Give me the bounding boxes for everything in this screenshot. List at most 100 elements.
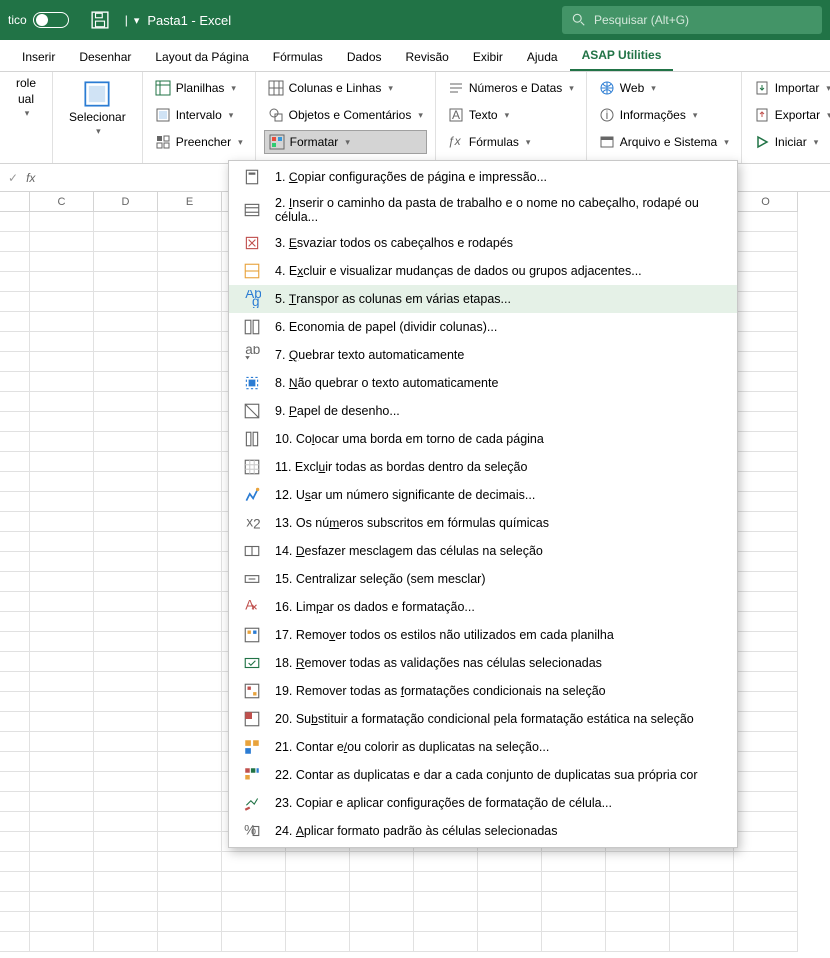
cell[interactable] xyxy=(414,912,478,932)
objetos-button[interactable]: Objetos e Comentários▾ xyxy=(264,103,427,127)
cell[interactable] xyxy=(30,212,94,232)
cell[interactable] xyxy=(158,832,222,852)
cell[interactable] xyxy=(222,932,286,952)
cell[interactable] xyxy=(0,692,30,712)
menu-item-4[interactable]: 4. Excluir e visualizar mudanças de dado… xyxy=(229,257,737,285)
selecionar-button[interactable]: Selecionar ▾ xyxy=(61,76,134,141)
cell[interactable] xyxy=(94,532,158,552)
cell[interactable] xyxy=(158,752,222,772)
menu-item-21[interactable]: 21. Contar e/ou colorir as duplicatas na… xyxy=(229,733,737,761)
cell[interactable] xyxy=(158,552,222,572)
cell[interactable] xyxy=(30,712,94,732)
cell[interactable] xyxy=(30,552,94,572)
column-header[interactable] xyxy=(0,192,30,212)
cell[interactable] xyxy=(94,692,158,712)
cell[interactable] xyxy=(94,612,158,632)
cell[interactable] xyxy=(0,232,30,252)
menu-item-24[interactable]: %24. Aplicar formato padrão às células s… xyxy=(229,817,737,845)
cell[interactable] xyxy=(0,552,30,572)
cell[interactable] xyxy=(94,772,158,792)
cell[interactable] xyxy=(94,232,158,252)
menu-item-9[interactable]: 9. Papel de desenho... xyxy=(229,397,737,425)
cell[interactable] xyxy=(158,452,222,472)
cell[interactable] xyxy=(734,852,798,872)
menu-item-18[interactable]: 18. Remover todas as validações nas célu… xyxy=(229,649,737,677)
cell[interactable] xyxy=(734,532,798,552)
cell[interactable] xyxy=(414,872,478,892)
tab-dados[interactable]: Dados xyxy=(335,43,394,71)
formatar-button[interactable]: Formatar▾ xyxy=(264,130,427,154)
cell[interactable] xyxy=(94,472,158,492)
cell[interactable] xyxy=(0,272,30,292)
tab-formulas[interactable]: Fórmulas xyxy=(261,43,335,71)
search-box[interactable]: Pesquisar (Alt+G) xyxy=(562,6,822,34)
menu-item-22[interactable]: 22. Contar as duplicatas e dar a cada co… xyxy=(229,761,737,789)
cell[interactable] xyxy=(30,632,94,652)
menu-item-10[interactable]: 10. Colocar uma borda em torno de cada p… xyxy=(229,425,737,453)
autosave-toggle[interactable] xyxy=(33,12,69,28)
cell[interactable] xyxy=(734,352,798,372)
cell[interactable] xyxy=(94,592,158,612)
cell[interactable] xyxy=(158,852,222,872)
cell[interactable] xyxy=(94,712,158,732)
cell[interactable] xyxy=(30,852,94,872)
cell[interactable] xyxy=(94,432,158,452)
menu-item-19[interactable]: 19. Remover todas as formatações condici… xyxy=(229,677,737,705)
cell[interactable] xyxy=(734,592,798,612)
cell[interactable] xyxy=(734,692,798,712)
cell[interactable] xyxy=(30,612,94,632)
cell[interactable] xyxy=(286,872,350,892)
cell[interactable] xyxy=(158,732,222,752)
cell[interactable] xyxy=(734,752,798,772)
cell[interactable] xyxy=(94,372,158,392)
cell[interactable] xyxy=(350,852,414,872)
cell[interactable] xyxy=(734,212,798,232)
tab-ajuda[interactable]: Ajuda xyxy=(515,43,570,71)
colunas-button[interactable]: Colunas e Linhas▾ xyxy=(264,76,427,100)
menu-item-13[interactable]: x213. Os números subscritos em fórmulas … xyxy=(229,509,737,537)
cell[interactable] xyxy=(158,872,222,892)
cell[interactable] xyxy=(94,832,158,852)
cell[interactable] xyxy=(0,812,30,832)
preencher-button[interactable]: Preencher▾ xyxy=(151,130,247,154)
cell[interactable] xyxy=(734,732,798,752)
cell[interactable] xyxy=(94,852,158,872)
cell[interactable] xyxy=(414,932,478,952)
cell[interactable] xyxy=(478,872,542,892)
cell[interactable] xyxy=(0,912,30,932)
cell[interactable] xyxy=(734,712,798,732)
column-header[interactable]: E xyxy=(158,192,222,212)
cell[interactable] xyxy=(0,792,30,812)
cell[interactable] xyxy=(94,892,158,912)
cell[interactable] xyxy=(0,252,30,272)
cell[interactable] xyxy=(94,252,158,272)
tab-desenhar[interactable]: Desenhar xyxy=(67,43,143,71)
menu-item-2[interactable]: 2. Inserir o caminho da pasta de trabalh… xyxy=(229,191,737,229)
menu-item-20[interactable]: 20. Substituir a formatação condicional … xyxy=(229,705,737,733)
cell[interactable] xyxy=(0,732,30,752)
cell[interactable] xyxy=(158,672,222,692)
menu-item-16[interactable]: A16. Limpar os dados e formatação... xyxy=(229,593,737,621)
cell[interactable] xyxy=(30,932,94,952)
menu-item-1[interactable]: 1. Copiar configurações de página e impr… xyxy=(229,163,737,191)
cell[interactable] xyxy=(94,292,158,312)
cell[interactable] xyxy=(30,572,94,592)
menu-item-11[interactable]: 11. Excluir todas as bordas dentro da se… xyxy=(229,453,737,481)
cell[interactable] xyxy=(734,792,798,812)
cell[interactable] xyxy=(30,452,94,472)
cell[interactable] xyxy=(0,312,30,332)
cell[interactable] xyxy=(158,432,222,452)
planilhas-button[interactable]: Planilhas▾ xyxy=(151,76,247,100)
cell[interactable] xyxy=(158,352,222,372)
cell[interactable] xyxy=(670,852,734,872)
cell[interactable] xyxy=(30,832,94,852)
cell[interactable] xyxy=(158,312,222,332)
cell[interactable] xyxy=(94,552,158,572)
cell[interactable] xyxy=(158,232,222,252)
cell[interactable] xyxy=(222,852,286,872)
cell[interactable] xyxy=(734,812,798,832)
cell[interactable] xyxy=(0,372,30,392)
cell[interactable] xyxy=(158,392,222,412)
cell[interactable] xyxy=(0,632,30,652)
web-button[interactable]: Web▾ xyxy=(595,76,733,100)
